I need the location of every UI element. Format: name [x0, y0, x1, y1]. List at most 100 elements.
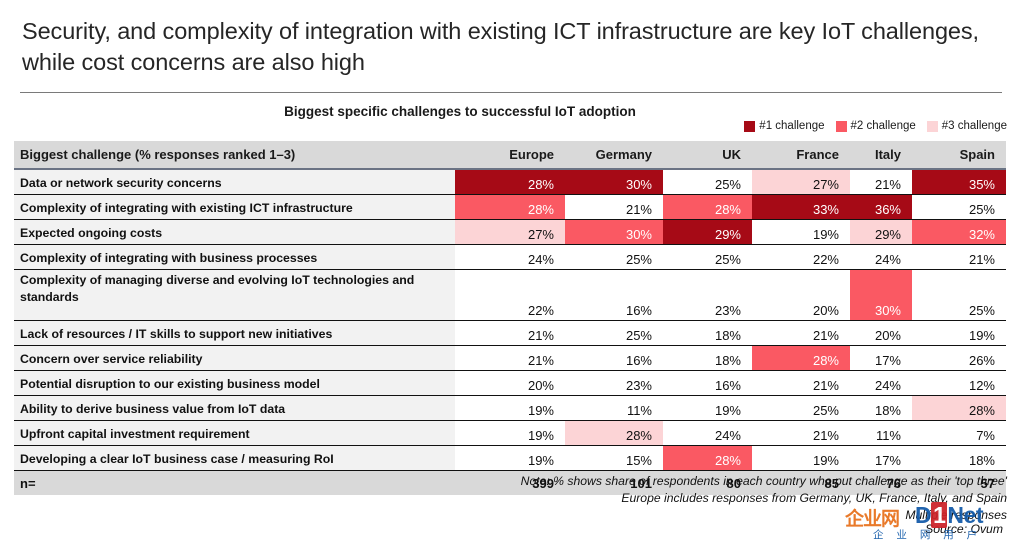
cell-uk-r5: 23% [663, 269, 752, 321]
cell-germany-r3: 30% [565, 219, 663, 245]
legend-swatch-icon-2 [835, 120, 847, 132]
cell-germany-r6: 25% [565, 320, 663, 346]
column-header-europe: Europe [455, 141, 565, 170]
cell-italy-r11: 17% [850, 445, 912, 471]
legend-item-1: #1 challenge [744, 120, 825, 132]
row-label: Complexity of integrating with existing … [14, 194, 455, 220]
cell-germany-r2: 21% [565, 194, 663, 220]
cell-italy-r5: 30% [850, 269, 912, 321]
cell-europe-r10: 19% [455, 420, 565, 446]
cell-europe-r5: 22% [455, 269, 565, 321]
cell-germany-r8: 23% [565, 370, 663, 396]
cell-uk-r6: 18% [663, 320, 752, 346]
cell-germany-r5: 16% [565, 269, 663, 321]
footnote-line-3: Multiple responses [905, 507, 1007, 522]
legend-swatch-icon-1 [744, 120, 756, 132]
cell-germany-r4: 25% [565, 244, 663, 270]
row-label: Upfront capital investment requirement [14, 420, 455, 446]
legend-swatch-icon-3 [926, 120, 938, 132]
legend-label-3: #3 challenge [941, 120, 1007, 132]
cell-uk-r4: 25% [663, 244, 752, 270]
cell-europe-r6: 21% [455, 320, 565, 346]
footnote-line-1: Note: % shows share of respondents in ea… [520, 474, 1007, 488]
cell-uk-r11: 28% [663, 445, 752, 471]
cell-italy-r4: 24% [850, 244, 912, 270]
cell-france-r6: 21% [752, 320, 850, 346]
table-row: Data or network security concerns 28% 30% 2… [14, 169, 1006, 195]
cell-france-r2: 33% [752, 194, 850, 220]
cell-germany-r1: 30% [565, 169, 663, 195]
chart-subtitle: Biggest specific challenges to successfu… [284, 104, 636, 119]
cell-europe-r3: 27% [455, 219, 565, 245]
cell-italy-r7: 17% [850, 345, 912, 371]
cell-italy-r6: 20% [850, 320, 912, 346]
cell-france-r5: 20% [752, 269, 850, 321]
cell-europe-r4: 24% [455, 244, 565, 270]
cell-france-r3: 19% [752, 219, 850, 245]
table-row: Expected ongoing costs 27% 30% 29% 19% 29% 32% [14, 219, 1006, 245]
cell-germany-r7: 16% [565, 345, 663, 371]
challenges-table: Biggest challenge (% responses ranked 1–… [14, 141, 1006, 495]
table-row: Potential disruption to our existing bus… [14, 370, 1006, 396]
table-body: Data or network security concerns 28% 30% 2… [14, 169, 1006, 471]
cell-spain-r5: 25% [912, 269, 1006, 321]
cell-spain-r11: 18% [912, 445, 1006, 471]
cell-italy-r1: 21% [850, 169, 912, 195]
cell-italy-r10: 11% [850, 420, 912, 446]
cell-spain-r2: 25% [912, 194, 1006, 220]
row-label: Lack of resources / IT skills to support… [14, 320, 455, 346]
page-title: Security, and complexity of integration … [22, 18, 979, 76]
cell-spain-r7: 26% [912, 345, 1006, 371]
cell-europe-r7: 21% [455, 345, 565, 371]
row-label: Concern over service reliability [14, 345, 455, 371]
cell-spain-r4: 21% [912, 244, 1006, 270]
legend: #1 challenge #2 challenge #3 challenge [744, 120, 1007, 132]
row-label: Complexity of integrating with business … [14, 244, 455, 270]
cell-france-r4: 22% [752, 244, 850, 270]
cell-france-r11: 19% [752, 445, 850, 471]
row-label: Developing a clear IoT business case / m… [14, 445, 455, 471]
source-label: Source: Ovum [925, 522, 1003, 536]
table-row: Complexity of integrating with existing … [14, 194, 1006, 220]
cell-spain-r9: 28% [912, 395, 1006, 421]
cell-france-r8: 21% [752, 370, 850, 396]
cell-uk-r9: 19% [663, 395, 752, 421]
cell-spain-r8: 12% [912, 370, 1006, 396]
column-header-france: France [752, 141, 850, 170]
challenges-table-wrapper: Biggest challenge (% responses ranked 1–… [14, 141, 1006, 495]
column-header-challenge: Biggest challenge (% responses ranked 1–… [14, 141, 455, 170]
cell-uk-r2: 28% [663, 194, 752, 220]
table-row: Lack of resources / IT skills to support… [14, 320, 1006, 346]
row-label: Potential disruption to our existing bus… [14, 370, 455, 396]
cell-europe-r9: 19% [455, 395, 565, 421]
cell-europe-r2: 28% [455, 194, 565, 220]
cell-germany-r9: 11% [565, 395, 663, 421]
legend-label-2: #2 challenge [850, 120, 916, 132]
legend-item-3: #3 challenge [926, 120, 1007, 132]
table-row: Developing a clear IoT business case / m… [14, 445, 1006, 471]
table-row: Upfront capital investment requirement 19… [14, 420, 1006, 446]
cell-europe-r1: 28% [455, 169, 565, 195]
cell-france-r10: 21% [752, 420, 850, 446]
table-header-row: Biggest challenge (% responses ranked 1–… [14, 141, 1006, 170]
cell-italy-r8: 24% [850, 370, 912, 396]
cell-uk-r3: 29% [663, 219, 752, 245]
row-label: Expected ongoing costs [14, 219, 455, 245]
footnote-line-2: Europe includes responses from Germany, … [621, 490, 1007, 505]
column-header-spain: Spain [912, 141, 1006, 170]
table-row: Complexity of integrating with business … [14, 244, 1006, 270]
legend-label-1: #1 challenge [759, 120, 825, 132]
cell-europe-r11: 19% [455, 445, 565, 471]
cell-germany-r11: 15% [565, 445, 663, 471]
column-header-germany: Germany [565, 141, 663, 170]
cell-spain-r1: 35% [912, 169, 1006, 195]
cell-europe-r8: 20% [455, 370, 565, 396]
cell-france-r1: 27% [752, 169, 850, 195]
cell-italy-r9: 18% [850, 395, 912, 421]
cell-france-r9: 25% [752, 395, 850, 421]
table-row: Ability to derive business value from Io… [14, 395, 1006, 421]
cell-spain-r6: 19% [912, 320, 1006, 346]
cell-uk-r1: 25% [663, 169, 752, 195]
table-row: Concern over service reliability 21% 16% 18… [14, 345, 1006, 371]
cell-uk-r8: 16% [663, 370, 752, 396]
